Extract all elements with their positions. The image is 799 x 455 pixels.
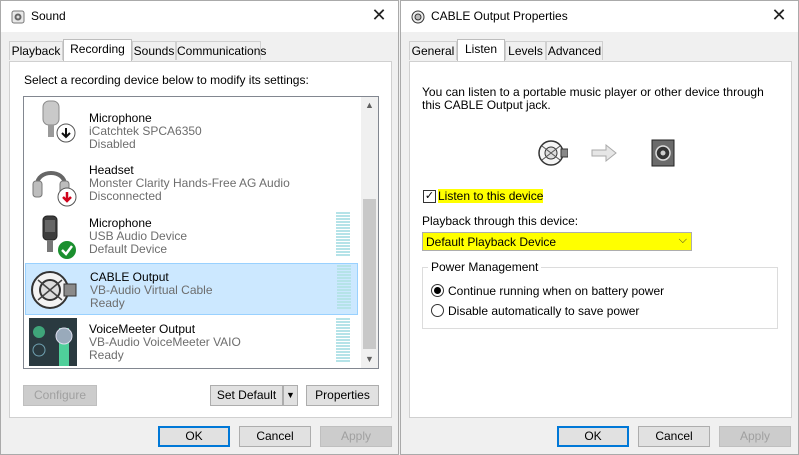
voicemeeter-icon: [29, 318, 77, 366]
device-status: Disabled: [89, 137, 136, 151]
device-status: Ready: [90, 296, 125, 310]
close-icon[interactable]: ✕: [770, 6, 788, 24]
tab-advanced[interactable]: Advanced: [546, 41, 603, 60]
power-management-group: [422, 267, 778, 329]
playback-selected-value: Default Playback Device: [426, 235, 557, 249]
list-item[interactable]: Headset Monster Clarity Hands-Free AG Au…: [25, 157, 358, 209]
cable-jack-icon: [538, 140, 568, 166]
window-title: Sound: [31, 9, 66, 23]
close-icon[interactable]: ✕: [370, 6, 388, 24]
level-meter: [337, 265, 351, 311]
recording-device-list[interactable]: Microphone iCatchtek SPCA6350 Disabled H…: [23, 96, 379, 369]
scroll-up-icon[interactable]: ▲: [361, 97, 378, 114]
device-driver: Monster Clarity Hands-Free AG Audio: [89, 176, 290, 190]
cancel-button[interactable]: Cancel: [239, 426, 311, 447]
tab-recording[interactable]: Recording: [63, 39, 132, 61]
playback-label: Playback through this device:: [422, 214, 579, 228]
device-driver: USB Audio Device: [89, 229, 188, 243]
cable-icon: [31, 271, 77, 309]
set-default-dropdown-icon[interactable]: ▼: [283, 385, 298, 406]
properties-titlebar: CABLE Output Properties ✕: [401, 1, 798, 32]
playback-device-select[interactable]: Default Playback Device ⌵: [422, 232, 692, 251]
device-status: Default Device: [89, 242, 168, 256]
ok-button[interactable]: OK: [557, 426, 629, 447]
speaker-icon: [651, 139, 675, 167]
device-name: Microphone: [89, 216, 152, 230]
list-item[interactable]: Microphone USB Audio Device Default Devi…: [25, 210, 358, 262]
instruction-text: Select a recording device below to modif…: [24, 73, 309, 87]
window-title: CABLE Output Properties: [431, 9, 568, 23]
list-item[interactable]: Microphone iCatchtek SPCA6350 Disabled: [25, 97, 358, 151]
level-meter: [336, 212, 350, 258]
tab-levels[interactable]: Levels: [505, 41, 546, 60]
power-management-title: Power Management: [428, 260, 542, 274]
description-text: You can listen to a portable music playe…: [422, 85, 764, 99]
tab-listen[interactable]: Listen: [457, 39, 505, 61]
description-text: this CABLE Output jack.: [422, 98, 551, 112]
level-meter: [336, 318, 350, 364]
cable-icon: [411, 10, 425, 24]
headset-icon: [32, 171, 77, 207]
cancel-button[interactable]: Cancel: [638, 426, 710, 447]
tab-sounds[interactable]: Sounds: [132, 41, 176, 60]
sound-window: Sound ✕ Playback Recording Sounds Commun…: [0, 0, 399, 455]
properties-button[interactable]: Properties: [306, 385, 379, 406]
microphone-icon: [42, 215, 76, 259]
device-list-scrollbar[interactable]: ▲ ▼: [361, 97, 378, 368]
listen-checkbox[interactable]: ✓: [423, 190, 436, 203]
device-status: Ready: [89, 348, 124, 362]
tab-playback[interactable]: Playback: [9, 41, 63, 60]
continue-running-label[interactable]: Continue running when on battery power: [448, 284, 664, 298]
cable-properties-window: CABLE Output Properties ✕ General Listen…: [400, 0, 799, 455]
listen-panel: You can listen to a portable music playe…: [409, 61, 792, 418]
scroll-thumb[interactable]: [363, 199, 376, 349]
device-driver: VB-Audio VoiceMeeter VAIO: [89, 335, 241, 349]
device-driver: VB-Audio Virtual Cable: [90, 283, 213, 297]
continue-running-radio[interactable]: [431, 284, 444, 297]
scroll-down-icon[interactable]: ▼: [361, 351, 378, 368]
apply-button[interactable]: Apply: [320, 426, 392, 447]
device-name: VoiceMeeter Output: [89, 322, 196, 336]
list-item-selected[interactable]: CABLE Output VB-Audio Virtual Cable Read…: [25, 263, 358, 315]
set-default-button[interactable]: Set Default: [210, 385, 283, 406]
ok-button[interactable]: OK: [158, 426, 230, 447]
microphone-icon: [42, 100, 76, 143]
tab-general[interactable]: General: [409, 41, 457, 60]
listen-checkbox-label[interactable]: Listen to this device: [438, 189, 544, 203]
list-item[interactable]: VoiceMeeter Output VB-Audio VoiceMeeter …: [25, 316, 358, 368]
device-name: Headset: [89, 163, 134, 177]
disable-automatically-label[interactable]: Disable automatically to save power: [448, 304, 639, 318]
tab-communications[interactable]: Communications: [176, 41, 266, 60]
arrow-right-icon: [591, 144, 617, 162]
device-status: Disconnected: [89, 189, 162, 203]
sound-titlebar: Sound ✕: [1, 1, 398, 32]
speaker-icon: [11, 10, 25, 24]
device-name: CABLE Output: [90, 270, 169, 284]
device-name: Microphone: [89, 111, 152, 125]
configure-button[interactable]: Configure: [23, 385, 97, 406]
chevron-down-icon: ⌵: [678, 234, 687, 246]
device-driver: iCatchtek SPCA6350: [89, 124, 202, 138]
apply-button[interactable]: Apply: [719, 426, 791, 447]
disable-automatically-radio[interactable]: [431, 304, 444, 317]
